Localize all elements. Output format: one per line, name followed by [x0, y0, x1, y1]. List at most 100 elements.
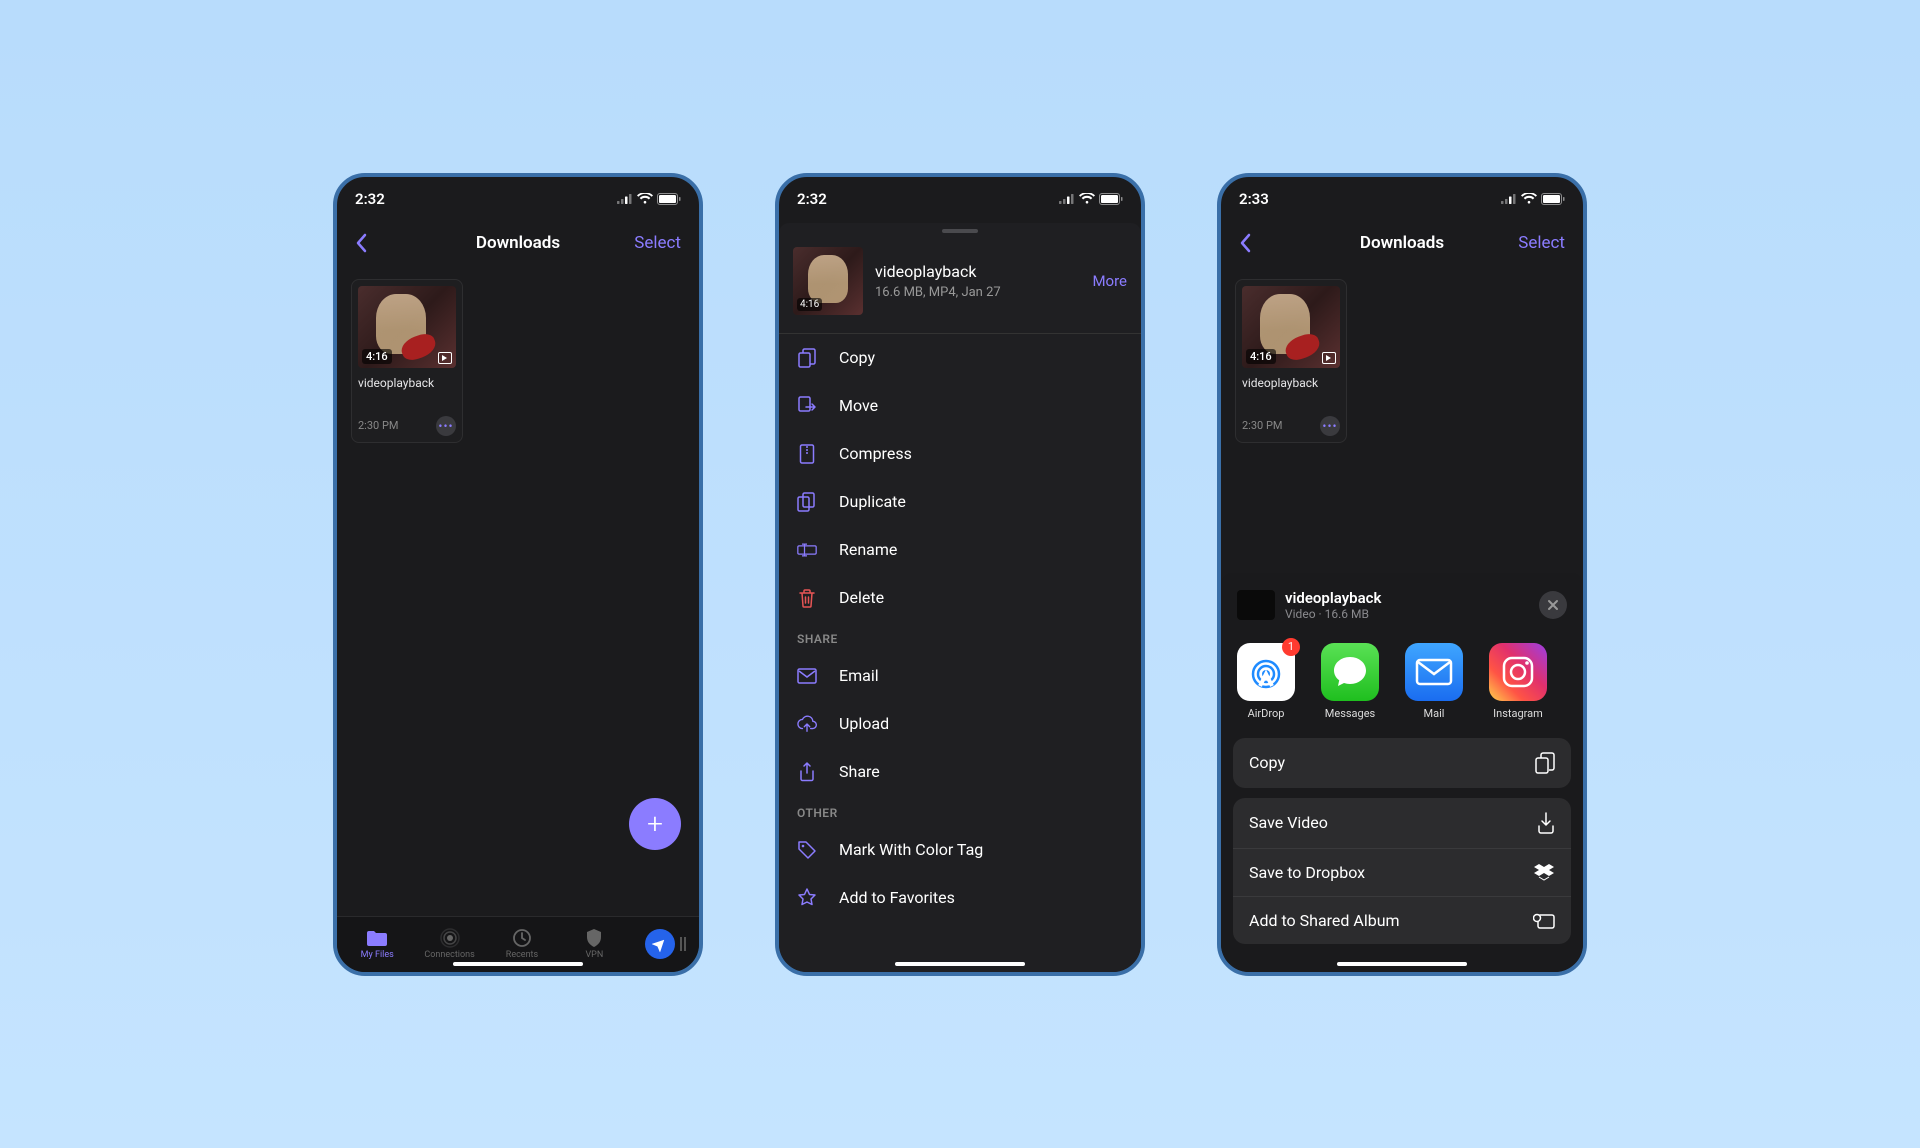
share-action-list: Copy Save Video Save to Dropbox Add to S…: [1233, 738, 1571, 944]
shared-album-icon: [1533, 911, 1555, 929]
browser-button[interactable]: [637, 929, 689, 959]
share-app-mail[interactable]: Mail: [1405, 643, 1463, 720]
instagram-icon: [1489, 643, 1547, 701]
menu-duplicate[interactable]: Duplicate: [779, 478, 1141, 526]
wifi-icon: [1079, 193, 1095, 205]
signal-icon: [617, 193, 633, 204]
share-app-messages[interactable]: Messages: [1321, 643, 1379, 720]
signal-icon: [1059, 193, 1075, 204]
share-apps-row[interactable]: 1 AirDrop Messages Mail: [1233, 635, 1571, 738]
rename-icon: [797, 540, 817, 560]
tab-recents[interactable]: Recents: [492, 928, 552, 960]
wifi-icon: [637, 193, 653, 205]
home-indicator[interactable]: [1337, 962, 1467, 966]
menu-email[interactable]: Email: [779, 652, 1141, 700]
status-bar: 2:32: [337, 177, 699, 221]
share-file-name: videoplayback: [1285, 589, 1529, 607]
tab-my-files[interactable]: My Files: [347, 928, 407, 960]
menu-list[interactable]: Copy Move Compress Duplicate Rename Dele…: [779, 334, 1141, 972]
file-grid: 4:16 videoplayback 2:30 PM ••• +: [337, 265, 699, 916]
navigation-bar: Downloads Select: [337, 221, 699, 265]
share-file-meta: Video · 16.6 MB: [1285, 607, 1529, 621]
dropbox-icon: [1533, 863, 1555, 881]
download-icon: [1537, 812, 1555, 834]
file-timestamp: 2:30 PM: [1242, 419, 1282, 432]
action-copy[interactable]: Copy: [1233, 738, 1571, 788]
status-time: 2:32: [355, 190, 385, 208]
ios-share-sheet: videoplayback Video · 16.6 MB 1 AirDrop: [1221, 573, 1583, 972]
action-sheet: 4:16 videoplayback 16.6 MB, MP4, Jan 27 …: [779, 223, 1141, 972]
copy-icon: [797, 348, 817, 368]
tag-icon: [797, 840, 817, 860]
status-time: 2:32: [797, 190, 827, 208]
more-options-button[interactable]: •••: [436, 416, 456, 436]
share-header: videoplayback Video · 16.6 MB: [1233, 585, 1571, 635]
folder-icon: [366, 928, 388, 948]
action-save-dropbox[interactable]: Save to Dropbox: [1233, 849, 1571, 897]
video-icon: [1322, 352, 1336, 364]
menu-share[interactable]: Share: [779, 748, 1141, 796]
status-bar: 2:33: [1221, 177, 1583, 221]
trash-icon: [797, 588, 817, 608]
menu-add-favorite[interactable]: Add to Favorites: [779, 874, 1141, 922]
tab-connections[interactable]: Connections: [420, 928, 480, 960]
airdrop-icon: 1: [1237, 643, 1295, 701]
select-button[interactable]: Select: [634, 233, 681, 253]
back-button[interactable]: [355, 233, 367, 253]
compass-icon: [645, 929, 675, 959]
status-indicators: [1501, 193, 1565, 205]
menu-compress[interactable]: Compress: [779, 430, 1141, 478]
menu-rename[interactable]: Rename: [779, 526, 1141, 574]
file-item[interactable]: 4:16 videoplayback 2:30 PM •••: [1235, 279, 1347, 443]
screen-actions: 2:32 4:16 videoplayback 16.6 MB, MP4, Ja…: [775, 173, 1145, 976]
duration-badge: 4:16: [1246, 349, 1276, 364]
menu-move[interactable]: Move: [779, 382, 1141, 430]
shield-icon: [583, 928, 605, 948]
navigation-bar: Downloads Select: [1221, 221, 1583, 265]
select-button[interactable]: Select: [1518, 233, 1565, 253]
status-indicators: [617, 193, 681, 205]
file-timestamp: 2:30 PM: [358, 419, 398, 432]
connections-icon: [439, 928, 461, 948]
battery-icon: [1541, 193, 1565, 205]
file-name: videoplayback: [875, 262, 1092, 281]
action-shared-album[interactable]: Add to Shared Album: [1233, 897, 1571, 944]
home-indicator[interactable]: [895, 962, 1025, 966]
page-title: Downloads: [1360, 233, 1444, 253]
duplicate-icon: [797, 492, 817, 512]
file-item[interactable]: 4:16 videoplayback 2:30 PM •••: [351, 279, 463, 443]
tab-vpn[interactable]: VPN: [564, 928, 624, 960]
star-icon: [797, 888, 817, 908]
status-indicators: [1059, 193, 1123, 205]
menu-upload[interactable]: Upload: [779, 700, 1141, 748]
status-time: 2:33: [1239, 190, 1269, 208]
sheet-grabber[interactable]: [942, 229, 978, 233]
share-app-instagram[interactable]: Instagram: [1489, 643, 1547, 720]
email-icon: [797, 666, 817, 686]
add-button[interactable]: +: [629, 798, 681, 850]
close-icon: [1547, 599, 1559, 611]
action-save-video[interactable]: Save Video: [1233, 798, 1571, 849]
file-thumbnail: 4:16: [793, 247, 863, 315]
menu-color-tag[interactable]: Mark With Color Tag: [779, 826, 1141, 874]
notification-badge: 1: [1282, 638, 1300, 656]
section-share-label: SHARE: [779, 622, 1141, 652]
screen-downloads: 2:32 Downloads Select 4:16 videoplayback…: [333, 173, 703, 976]
wifi-icon: [1521, 193, 1537, 205]
home-indicator[interactable]: [453, 962, 583, 966]
menu-copy[interactable]: Copy: [779, 334, 1141, 382]
close-button[interactable]: [1539, 591, 1567, 619]
more-button[interactable]: More: [1092, 272, 1127, 290]
battery-icon: [657, 193, 681, 205]
copy-icon: [1535, 752, 1555, 774]
menu-delete[interactable]: Delete: [779, 574, 1141, 622]
section-other-label: OTHER: [779, 796, 1141, 826]
move-icon: [797, 396, 817, 416]
more-options-button[interactable]: •••: [1320, 416, 1340, 436]
back-button[interactable]: [1239, 233, 1251, 253]
page-title: Downloads: [476, 233, 560, 253]
background-content: 4:16 videoplayback 2:30 PM ••• videoplay…: [1221, 265, 1583, 972]
status-bar: 2:32: [779, 177, 1141, 221]
share-app-airdrop[interactable]: 1 AirDrop: [1237, 643, 1295, 720]
screen-share-sheet: 2:33 Downloads Select 4:16 videoplayback…: [1217, 173, 1587, 976]
